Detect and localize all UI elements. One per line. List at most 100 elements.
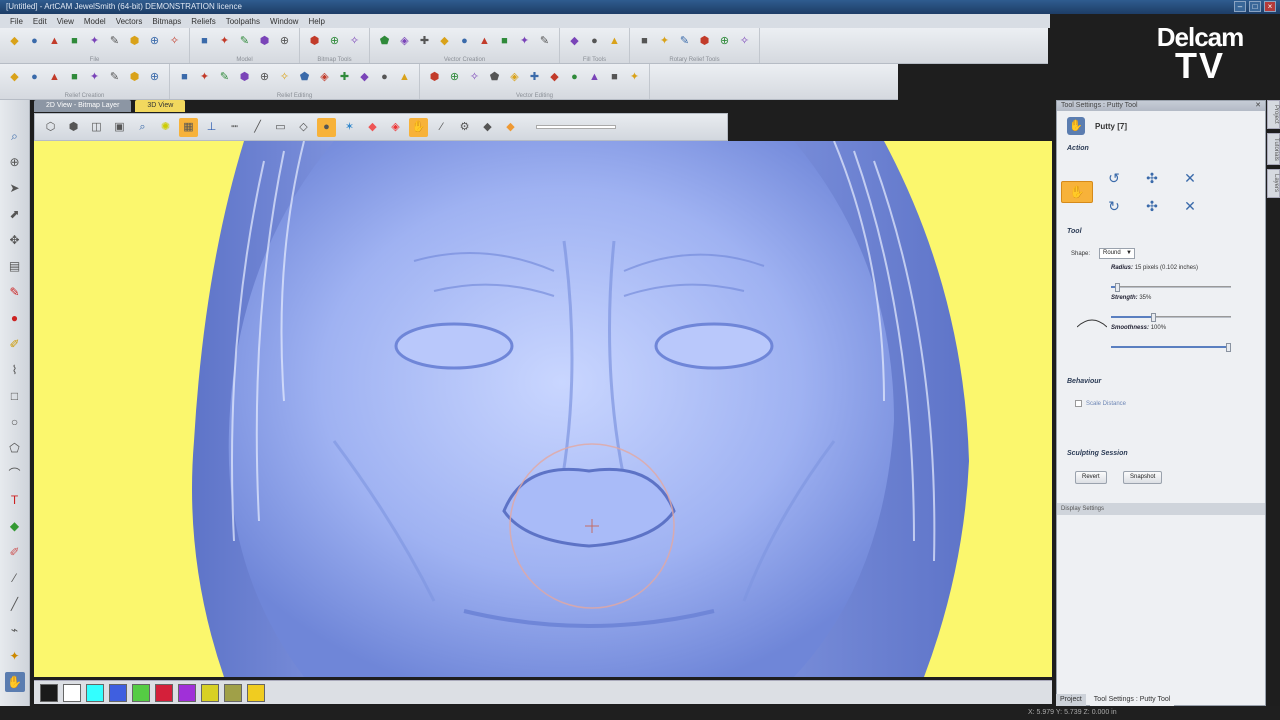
side-tab-project[interactable]: Project [1267, 100, 1280, 129]
ruler-icon[interactable]: ┉ [225, 118, 244, 137]
polygon-icon[interactable]: ⬠ [5, 438, 25, 458]
tab-panel-0[interactable]: Project [1056, 694, 1086, 706]
colour-swatch[interactable] [178, 683, 196, 702]
colour-swatch[interactable] [155, 683, 173, 702]
fill-2-icon[interactable]: ● [586, 33, 603, 50]
split-icon[interactable]: ✕ [1179, 167, 1201, 189]
arc-icon[interactable]: ⌒ [5, 464, 25, 484]
pencil-icon[interactable]: ✎ [5, 282, 25, 302]
paint-icon[interactable]: ● [5, 308, 25, 328]
open-icon[interactable]: ● [26, 33, 43, 50]
create-8-icon[interactable]: ⊕ [146, 69, 163, 86]
fill-3-icon[interactable]: ▲ [606, 33, 623, 50]
colour-swatch[interactable] [40, 683, 58, 702]
edit-8-icon[interactable]: ◈ [316, 69, 333, 86]
rotary-2-icon[interactable]: ✦ [656, 33, 673, 50]
pin-icon[interactable]: ⬢ [256, 33, 273, 50]
vedit-8-icon[interactable]: ● [566, 69, 583, 86]
circle-icon[interactable]: ○ [5, 412, 25, 432]
bitmap-3-icon[interactable]: ✧ [346, 33, 363, 50]
text-icon[interactable]: T [5, 490, 25, 510]
zoom-view-icon[interactable]: ⌕ [133, 118, 152, 137]
zoom-icon[interactable]: ⌕ [5, 126, 25, 146]
panel-close-icon[interactable]: ✕ [1255, 101, 1261, 111]
light-icon[interactable]: ✺ [156, 118, 175, 137]
vedit-5-icon[interactable]: ◈ [506, 69, 523, 86]
undo-icon[interactable]: ⬢ [126, 33, 143, 50]
edit-12-icon[interactable]: ▲ [396, 69, 413, 86]
menu-item-view[interactable]: View [57, 17, 74, 26]
axis-icon[interactable]: ⊥ [202, 118, 221, 137]
colour-swatch[interactable] [63, 683, 81, 702]
node-edit-icon[interactable]: ⬈ [5, 204, 25, 224]
menu-item-model[interactable]: Model [84, 17, 106, 26]
blank-icon[interactable]: ▭ [271, 118, 290, 137]
colour-swatch[interactable] [224, 683, 242, 702]
create-3-icon[interactable]: ▲ [46, 69, 63, 86]
tab-view-0[interactable]: 2D View - Bitmap Layer [34, 100, 132, 112]
relief-alt-icon[interactable]: ✦ [216, 33, 233, 50]
vedit-11-icon[interactable]: ✦ [626, 69, 643, 86]
edit-2-icon[interactable]: ✦ [196, 69, 213, 86]
color-relief-icon[interactable]: ◆ [363, 118, 382, 137]
front-view-icon[interactable]: ⬢ [64, 118, 83, 137]
menu-item-vectors[interactable]: Vectors [116, 17, 143, 26]
vector-6-icon[interactable]: ▲ [476, 33, 493, 50]
menu-item-file[interactable]: File [10, 17, 23, 26]
shape-select[interactable]: Round ▼ [1099, 248, 1135, 259]
side-tab-tutorials[interactable]: Tutorials [1267, 132, 1280, 166]
top-view-icon[interactable]: ▣ [110, 118, 129, 137]
edit-3-icon[interactable]: ✎ [216, 69, 233, 86]
vector-5-icon[interactable]: ● [456, 33, 473, 50]
select-arrow-icon[interactable]: ➤ [5, 178, 25, 198]
iso-view-icon[interactable]: ⬡ [41, 118, 60, 137]
menu-item-toolpaths[interactable]: Toolpaths [226, 17, 260, 26]
menu-item-help[interactable]: Help [308, 17, 324, 26]
redo-icon[interactable]: ⊕ [146, 33, 163, 50]
smudge-icon[interactable]: ⁄ [432, 118, 451, 137]
merge-icon[interactable]: ✕ [1179, 195, 1201, 217]
fill-icon[interactable]: ◆ [5, 516, 25, 536]
putty-tool-icon[interactable]: ✋ [4, 672, 25, 692]
smoothness-thumb[interactable] [1226, 343, 1231, 352]
colour-swatch[interactable] [132, 683, 150, 702]
edit-11-icon[interactable]: ● [376, 69, 393, 86]
bitmap-1-icon[interactable]: ⬢ [306, 33, 323, 50]
menu-item-bitmaps[interactable]: Bitmaps [152, 17, 181, 26]
material-icon[interactable]: ● [317, 117, 336, 137]
contract-icon[interactable]: ✣ [1141, 195, 1163, 217]
radius-slider[interactable] [1111, 283, 1231, 292]
create-6-icon[interactable]: ✎ [106, 69, 123, 86]
maximize-button[interactable]: □ [1249, 1, 1261, 12]
fill-1-icon[interactable]: ◆ [566, 33, 583, 50]
vedit-1-icon[interactable]: ⬢ [426, 69, 443, 86]
diamond-icon[interactable]: ◆ [478, 118, 497, 137]
brush-icon[interactable]: ✐ [5, 334, 25, 354]
eraser-icon[interactable]: ✐ [5, 542, 25, 562]
relief-icon[interactable]: ■ [196, 33, 213, 50]
menu-item-reliefs[interactable]: Reliefs [191, 17, 215, 26]
target-icon[interactable]: ⊕ [5, 152, 25, 172]
vedit-9-icon[interactable]: ▲ [586, 69, 603, 86]
revert-button[interactable]: Revert [1075, 471, 1107, 484]
create-5-icon[interactable]: ✦ [86, 69, 103, 86]
transform-icon[interactable]: ✥ [5, 230, 25, 250]
measure-icon[interactable]: ▤ [5, 256, 25, 276]
polyline-icon[interactable]: ⌇ [5, 360, 25, 380]
colour-swatch[interactable] [201, 683, 219, 702]
palette-icon[interactable]: ◆ [501, 118, 520, 137]
vector-4-icon[interactable]: ◆ [436, 33, 453, 50]
wire-icon[interactable]: ╱ [248, 118, 267, 137]
vector-8-icon[interactable]: ✦ [516, 33, 533, 50]
vector-2-icon[interactable]: ◈ [396, 33, 413, 50]
radius-thumb[interactable] [1115, 283, 1120, 292]
edit-9-icon[interactable]: ✚ [336, 69, 353, 86]
create-2-icon[interactable]: ● [26, 69, 43, 86]
edit-5-icon[interactable]: ⊕ [256, 69, 273, 86]
line-icon[interactable]: ╱ [5, 594, 25, 614]
menu-item-edit[interactable]: Edit [33, 17, 47, 26]
globe-icon[interactable]: ⊕ [276, 33, 293, 50]
vector-1-icon[interactable]: ⬟ [376, 33, 393, 50]
putty-action-button[interactable]: ✋ [1061, 181, 1093, 203]
smoothness-slider[interactable] [1111, 343, 1231, 352]
